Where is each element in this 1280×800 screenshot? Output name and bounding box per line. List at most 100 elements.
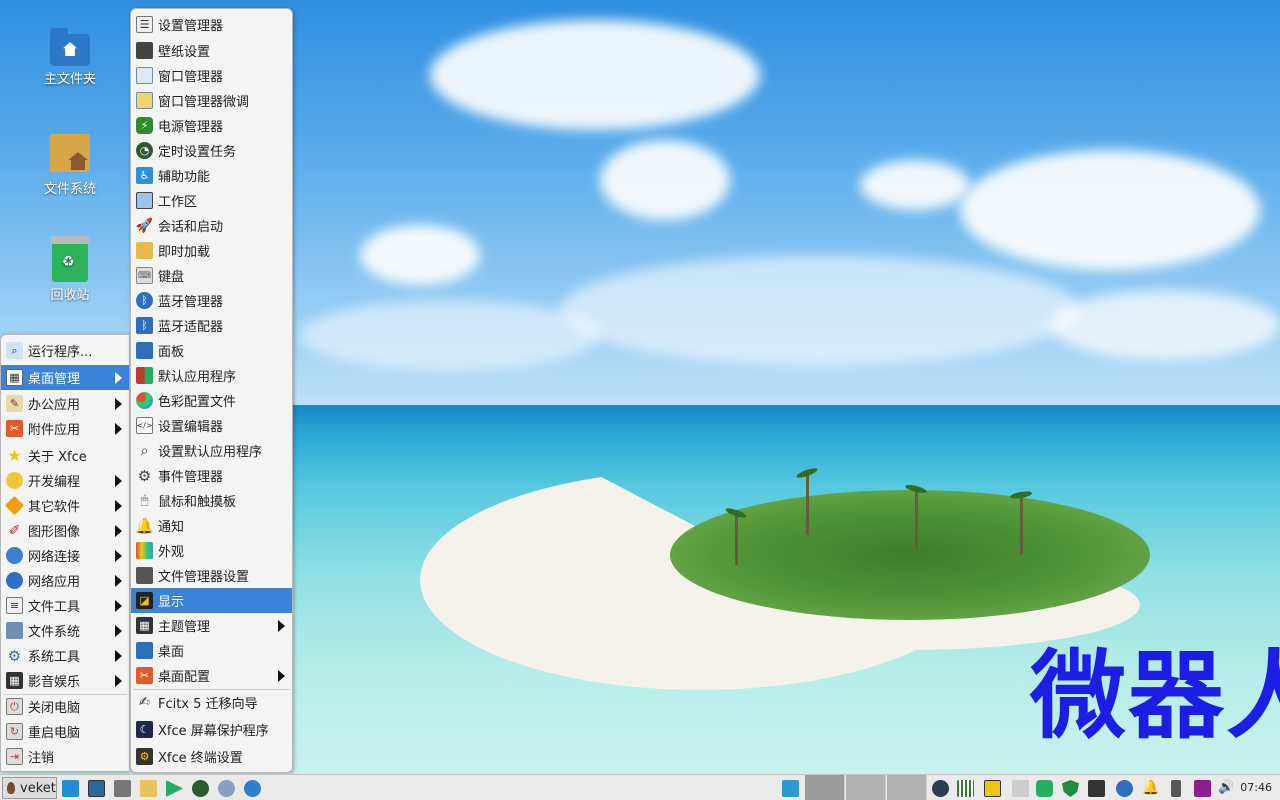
menu-item-run-program[interactable]: ⌕ 运行程序... [1,338,129,363]
submenu-item-preload[interactable]: 即时加载 [131,238,292,263]
menu-item-file-tools[interactable]: ≡ 文件工具 [1,593,129,618]
settings-launcher-icon[interactable] [218,780,235,797]
clock-icon: ◔ [136,142,153,159]
start-menu-button[interactable]: veket [2,777,57,799]
submenu-item-appearance[interactable]: 外观 [131,538,292,563]
submenu-item-bluetooth-adapter[interactable]: ᛒ 蓝牙适配器 [131,313,292,338]
file-tools-icon: ≡ [6,597,23,614]
submenu-item-bluetooth-manager[interactable]: ᛒ 蓝牙管理器 [131,288,292,313]
star-icon: ★ [7,446,22,465]
keyboard-tray-icon[interactable] [1088,780,1105,797]
submenu-item-default-apps[interactable]: 默认应用程序 [131,363,292,388]
submenu-item-power-manager[interactable]: ⚡ 电源管理器 [131,113,292,138]
submenu-arrow-icon [115,650,122,662]
preload-icon [136,242,153,259]
color-profile-icon [136,392,153,409]
desktop-icon-trash[interactable]: ♻ 回收站 [30,236,110,303]
menu-item-media[interactable]: ▦ 影音娱乐 [1,668,129,693]
menu-item-file-system[interactable]: 文件系统 [1,618,129,643]
database-icon[interactable] [1036,780,1053,797]
terminal-icon[interactable] [88,780,105,797]
battery-tray-icon[interactable] [1171,780,1181,797]
submenu-item-terminal-settings[interactable]: ⚙ Xfce 终端设置 [131,744,292,769]
menu-item-accessories[interactable]: ✂ 附件应用 [1,416,129,441]
mouse-icon: 🖱 [140,493,149,508]
submenu-item-panel[interactable]: 面板 [131,338,292,363]
settings-manager-icon: ☰ [136,16,153,33]
browser-icon[interactable] [244,780,261,797]
desktop-icon-home[interactable]: 主文件夹 [30,28,110,87]
submenu-arrow-icon [115,372,122,384]
drive-icon[interactable] [1012,780,1029,797]
submenu-item-accessibility[interactable]: ♿ 辅助功能 [131,163,292,188]
submenu-item-desktop-config[interactable]: ✂ 桌面配置 [131,663,292,688]
submenu-item-workspaces[interactable]: 工作区 [131,188,292,213]
workspace-3[interactable] [887,775,927,800]
desktop-icon-filesystem[interactable]: 文件系统 [30,134,110,197]
submenu-item-keyboard[interactable]: ⌨ 键盘 [131,263,292,288]
menu-item-other-software[interactable]: 其它软件 [1,493,129,518]
bluetooth-tray-icon[interactable] [1116,780,1133,797]
submenu-arrow-icon [115,500,122,512]
p-tray-icon[interactable] [984,780,1001,797]
system-tray-icon[interactable] [932,780,949,797]
menu-item-about-xfce[interactable]: ★ 关于 Xfce [1,443,129,468]
submenu-item-set-default-apps[interactable]: ⌕ 设置默认应用程序 [131,438,292,463]
submenu-item-notifications[interactable]: 🔔 通知 [131,513,292,538]
folder-launcher-icon[interactable] [140,780,157,797]
media-player-icon[interactable] [166,780,183,797]
bluetooth-adapter-icon: ᛒ [136,317,153,334]
submenu-item-wallpaper[interactable]: 壁纸设置 [131,38,292,63]
submenu-arrow-icon [115,550,122,562]
submenu-arrow-icon [115,675,122,687]
submenu-item-settings-manager[interactable]: ☰ 设置管理器 [131,12,292,37]
submenu-item-display[interactable]: ◪ 显示 [131,588,292,613]
submenu-item-settings-editor[interactable]: </> 设置编辑器 [131,413,292,438]
bell-tray-icon[interactable]: 🔔 [1142,780,1159,797]
menu-item-graphics[interactable]: ✐ 图形图像 [1,518,129,543]
accessories-icon: ✂ [6,420,23,437]
submenu-item-theme-manager[interactable]: ▦ 主题管理 [131,613,292,638]
submenu-item-file-manager-settings[interactable]: 文件管理器设置 [131,563,292,588]
file-manager-launcher-icon[interactable] [114,780,131,797]
menu-item-system-tools[interactable]: ⚙ 系统工具 [1,643,129,668]
network-tray-icon[interactable] [782,780,799,797]
volume-icon[interactable]: 🔊 [1218,780,1235,797]
desktop-config-icon: ✂ [136,667,153,684]
veket-logo-icon [7,782,15,794]
menu-item-desktop-management[interactable]: ▦ 桌面管理 [1,365,129,390]
submenu-item-window-manager[interactable]: 窗口管理器 [131,63,292,88]
app-tray-icon[interactable] [1194,780,1211,797]
shield-icon[interactable] [1062,780,1079,797]
filesystem-icon [50,134,90,172]
menu-item-office[interactable]: ✎ 办公应用 [1,391,129,416]
default-apps-icon [136,367,153,384]
workspace-2[interactable] [846,775,886,800]
submenu-item-screensaver[interactable]: ☾ Xfce 屏幕保护程序 [131,717,292,742]
clock[interactable]: 07:46 [1240,781,1272,794]
menu-item-development[interactable]: 开发编程 [1,468,129,493]
menu-item-internet[interactable]: 网络应用 [1,568,129,593]
submenu-item-scheduled-tasks[interactable]: ◔ 定时设置任务 [131,138,292,163]
menu-item-reboot[interactable]: ↻ 重启电脑 [1,719,129,744]
submenu-item-mouse-touchpad[interactable]: 🖱 鼠标和触摸板 [131,488,292,513]
menu-item-shutdown[interactable]: ⏻ 关闭电脑 [1,694,129,719]
show-desktop-icon[interactable] [62,780,79,797]
submenu-item-event-manager[interactable]: ⚙ 事件管理器 [131,463,292,488]
submenu-item-desktop[interactable]: 桌面 [131,638,292,663]
submenu-item-window-tweaks[interactable]: 窗口管理器微调 [131,88,292,113]
submenu-item-color-profiles[interactable]: 色彩配置文件 [131,388,292,413]
search-icon: ⌕ [6,342,23,359]
submenu-arrow-icon [115,575,122,587]
submenu-item-fcitx-migrator[interactable]: ✍ Fcitx 5 迁移向导 [131,690,292,715]
submenu-arrow-icon [115,423,122,435]
menu-item-logout[interactable]: ⇥ 注销 [1,744,129,769]
workspace-1[interactable] [805,775,845,800]
wallpaper-watermark: 微器人 [1030,640,1280,752]
terminal-settings-icon: ⚙ [136,748,153,765]
app-launcher-icon[interactable] [192,780,209,797]
submenu-item-session-startup[interactable]: 🚀 会话和启动 [131,213,292,238]
trash-icon: ♻ [51,236,89,282]
menu-item-network-connection[interactable]: 网络连接 [1,543,129,568]
barcode-icon[interactable] [957,780,974,797]
